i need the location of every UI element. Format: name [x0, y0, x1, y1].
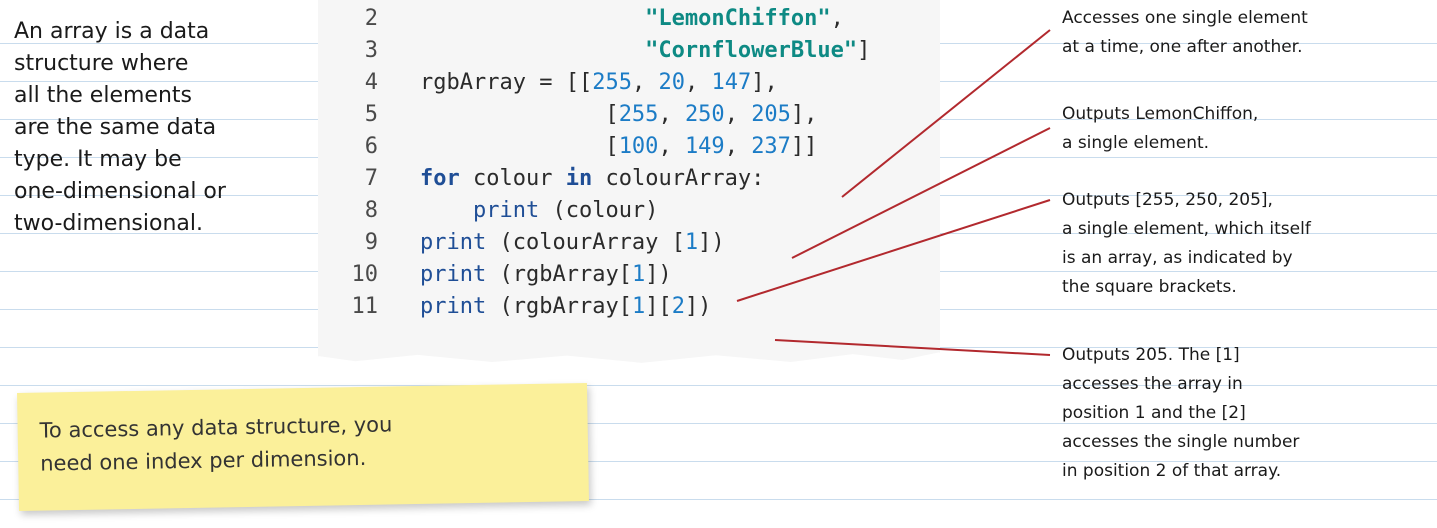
connector-line-1: [841, 29, 1051, 198]
annotation-line: at a time, one after another.: [1062, 37, 1303, 57]
annotation-2: Outputs LemonChiffon, a single element.: [1062, 100, 1258, 158]
annotation-1: Accesses one single element at a time, o…: [1062, 4, 1308, 62]
connector-line-2: [791, 127, 1051, 259]
annotation-line: Accesses one single element: [1062, 8, 1308, 28]
annotation-line: in position 2 of that array.: [1062, 461, 1282, 481]
connector-line-3: [736, 199, 1051, 302]
annotation-line: Outputs 205. The [1]: [1062, 345, 1240, 365]
annotation-line: Outputs [255, 250, 205],: [1062, 190, 1273, 210]
annotation-4: Outputs 205. The [1] accesses the array …: [1062, 341, 1299, 486]
annotation-line: a single element, which itself: [1062, 219, 1311, 239]
annotation-line: is an array, as indicated by: [1062, 248, 1293, 268]
annotation-line: a single element.: [1062, 133, 1210, 153]
annotation-line: accesses the single number: [1062, 432, 1300, 452]
annotation-line: position 1 and the [2]: [1062, 403, 1246, 423]
sticky-note: To access any data structure, you need o…: [17, 383, 589, 511]
connector-line-4: [774, 339, 1051, 356]
sticky-note-text: To access any data structure, you need o…: [39, 405, 588, 481]
annotation-3: Outputs [255, 250, 205], a single elemen…: [1062, 186, 1311, 302]
annotation-line: accesses the array in: [1062, 374, 1243, 394]
annotation-line: Outputs LemonChiffon,: [1062, 104, 1259, 124]
annotation-line: the square brackets.: [1062, 277, 1237, 297]
